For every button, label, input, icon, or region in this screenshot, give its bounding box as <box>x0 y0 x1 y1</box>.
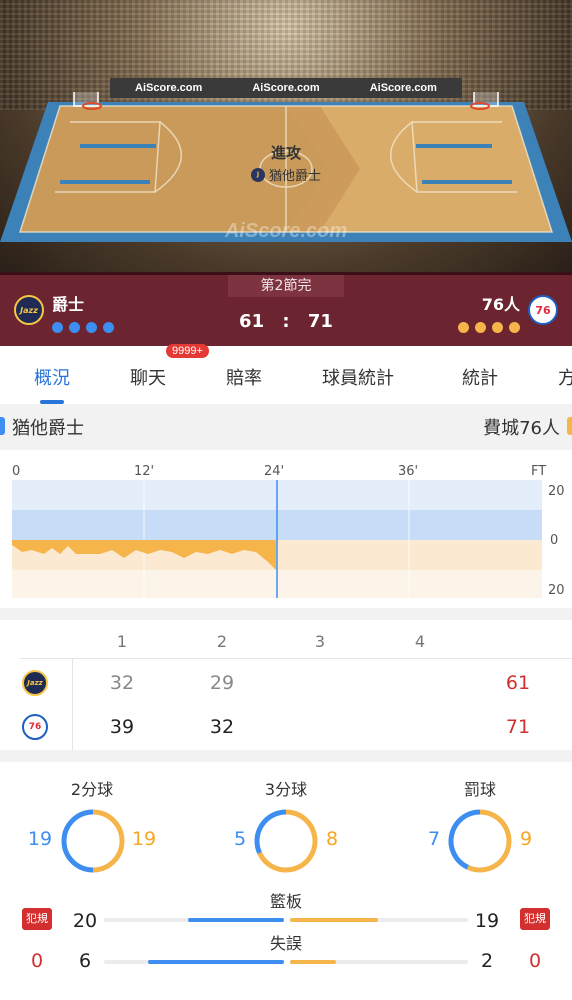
tab-overview[interactable]: 概況 <box>34 364 70 404</box>
home-three-pt: 5 <box>233 828 247 850</box>
right-hoop <box>470 92 499 110</box>
home-team-full: 猶他爵士 <box>12 418 84 439</box>
away-turnovers: 2 <box>480 950 494 972</box>
away-q2: 32 <box>209 716 235 738</box>
away-score: 71 <box>307 311 333 332</box>
court-graphic: AiScore.com AiScore.com AiScore.com 進攻 J… <box>0 0 572 272</box>
two-pt-label: 2分球 <box>70 780 114 799</box>
away-team-full: 費城76人 <box>483 418 560 439</box>
quarter-header: 1 <box>116 632 128 651</box>
timeout-dot <box>475 322 486 333</box>
jazz-logo-icon: J <box>250 167 265 182</box>
home-fouls: 0 <box>30 950 44 972</box>
period-status: 第2節完 <box>228 275 344 297</box>
away-q1: 39 <box>109 716 135 738</box>
away-team-name[interactable]: 76人 <box>482 291 520 315</box>
timeout-dot <box>509 322 520 333</box>
away-timeouts <box>458 322 520 333</box>
home-free-throw: 7 <box>427 828 441 850</box>
tab-odds[interactable]: 賠率 <box>226 364 262 390</box>
table-divider <box>72 658 73 750</box>
y-tick: 20 <box>548 484 565 499</box>
table-divider <box>20 658 572 659</box>
away-team-logo-small: 76 <box>22 714 48 740</box>
tab-chat-wrap[interactable]: 聊天 9999+ <box>130 344 209 390</box>
momentum-chart: 0 12' 24' 36' FT 20 0 20 <box>0 450 572 608</box>
quarter-header: 2 <box>216 632 228 651</box>
left-hoop <box>73 92 102 110</box>
timeout-dot <box>458 322 469 333</box>
possession-indicator: 進攻 J 猶他爵士 <box>0 142 572 184</box>
home-q2: 29 <box>209 672 235 694</box>
free-throw-ring <box>448 809 512 873</box>
away-free-throw: 9 <box>519 828 533 850</box>
score-separator: : <box>282 311 290 332</box>
away-fouls: 0 <box>528 950 542 972</box>
chat-badge: 9999+ <box>166 344 209 358</box>
scoreboard: 第2節完 Jazz 爵士 61 : 71 76人 76 <box>0 272 572 346</box>
possession-team: 猶他爵士 <box>268 169 321 184</box>
home-turnovers-bar <box>148 960 284 964</box>
y-tick: 20 <box>548 583 565 598</box>
home-rebounds: 20 <box>72 910 98 932</box>
away-total: 71 <box>505 716 531 738</box>
three-pt-label: 3分球 <box>264 780 308 799</box>
rebounds-label: 籃板 <box>269 892 302 911</box>
x-tick: 24' <box>264 464 284 479</box>
watermark: AiScore.com <box>224 220 348 242</box>
momentum-team-row: 猶他爵士 費城76人 <box>0 406 572 446</box>
away-color-marker <box>567 417 572 435</box>
home-foul-tag: 犯規 <box>22 908 52 930</box>
quarter-score-table <box>0 620 572 750</box>
tab-bar: 概況 聊天 9999+ 賠率 球員統計 統計 方 <box>0 344 572 404</box>
two-pt-ring <box>61 809 125 873</box>
x-tick: 0 <box>12 464 20 479</box>
tab-chat[interactable]: 聊天 <box>130 368 166 389</box>
home-rebounds-bar <box>188 918 284 922</box>
home-total: 61 <box>505 672 531 694</box>
three-pt-ring <box>254 809 318 873</box>
away-rebounds-bar <box>290 918 378 922</box>
tab-more[interactable]: 方 <box>558 364 572 390</box>
home-score: 61 <box>239 311 265 332</box>
away-turnovers-bar <box>290 960 336 964</box>
away-two-pt: 19 <box>131 828 157 850</box>
free-throw-label: 罰球 <box>463 780 496 799</box>
home-color-marker <box>0 417 5 435</box>
home-team-logo-small: Jazz <box>22 670 48 696</box>
home-turnovers: 6 <box>78 950 92 972</box>
possession-title: 進攻 <box>270 144 301 162</box>
away-logo-text: 76 <box>535 303 551 317</box>
quarter-header: 3 <box>314 632 326 651</box>
quarter-header: 4 <box>414 632 426 651</box>
away-three-pt: 8 <box>325 828 339 850</box>
timeout-dot <box>492 322 503 333</box>
away-team-logo[interactable]: 76 <box>528 295 558 325</box>
away-foul-tag: 犯規 <box>520 908 550 930</box>
x-tick: FT <box>531 464 546 479</box>
y-tick: 0 <box>550 533 558 548</box>
tab-stats[interactable]: 統計 <box>462 364 498 390</box>
x-tick: 36' <box>398 464 418 479</box>
home-two-pt: 19 <box>27 828 53 850</box>
x-tick: 12' <box>134 464 154 479</box>
team-stats-panel: 2分球 3分球 罰球 19 19 5 8 7 9 籃板 犯規 犯規 20 19 … <box>0 762 572 1000</box>
away-rebounds: 19 <box>474 910 500 932</box>
home-q1: 32 <box>109 672 135 694</box>
tab-player-stats[interactable]: 球員統計 <box>322 364 394 390</box>
